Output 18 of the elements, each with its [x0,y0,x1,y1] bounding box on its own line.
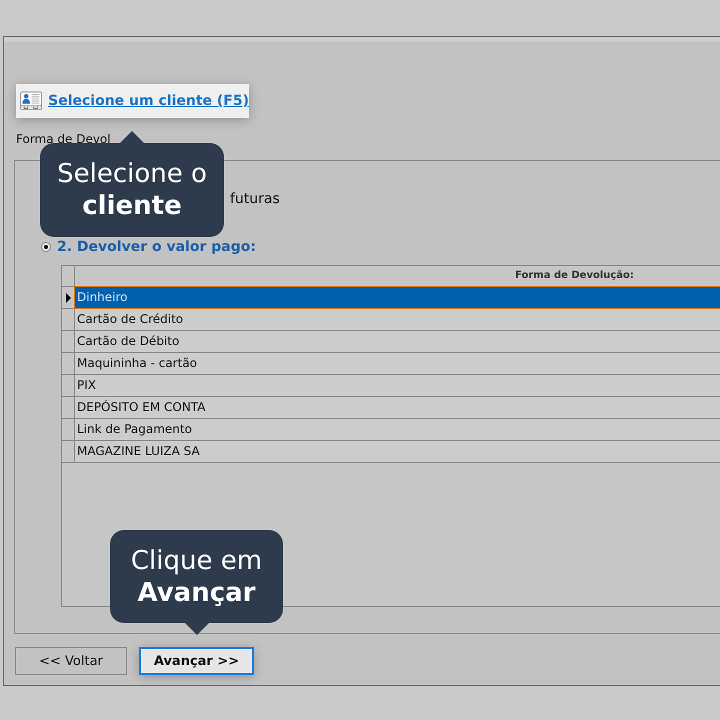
row-header-cell[interactable] [62,441,75,462]
option-label[interactable]: 2. Devolver o valor pago: [57,239,256,255]
row-header-cell[interactable] [62,309,75,330]
row-header-cell[interactable] [62,331,75,352]
radio-button[interactable] [41,242,51,252]
row-header-cell[interactable] [62,375,75,396]
group-label: Forma de Devol [16,132,112,146]
table-cell[interactable]: Dinheiro [75,287,720,308]
row-header-cell[interactable] [62,287,75,308]
row-header-cell[interactable] [62,353,75,374]
option-label: futuras [230,191,280,207]
column-header: Forma de Devolução: [514,269,635,283]
nav-button[interactable]: Avançar >> [139,647,254,675]
row-header-cell[interactable] [62,397,75,418]
row-header-cell[interactable] [62,419,75,440]
select-client-link[interactable]: Selecione um cliente (F5) [16,84,249,118]
nav-button[interactable]: << Voltar [15,647,127,675]
row-pointer-icon [66,292,70,302]
